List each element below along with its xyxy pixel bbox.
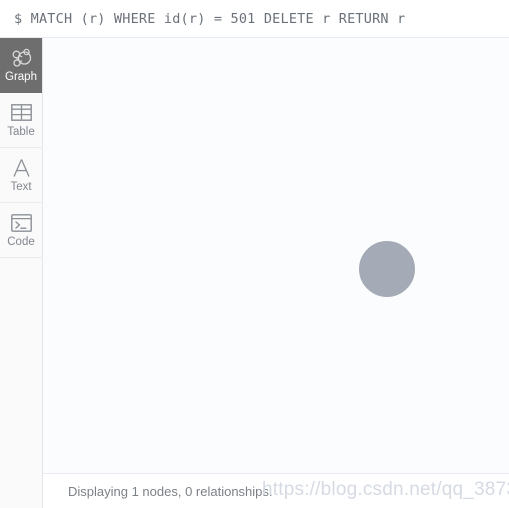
graph-nodes-icon <box>11 47 32 69</box>
graph-node[interactable] <box>359 241 415 297</box>
table-grid-icon <box>10 102 32 124</box>
query-bar[interactable]: $ MATCH (r) WHERE id(r) = 501 DELETE r R… <box>0 0 509 38</box>
sidebar-item-code[interactable]: Code <box>0 203 42 258</box>
status-bar: Displaying 1 nodes, 0 relationships. <box>43 473 509 508</box>
graph-canvas[interactable] <box>43 38 509 473</box>
sidebar-item-text[interactable]: Text <box>0 148 42 203</box>
neo4j-browser-result-frame: $ MATCH (r) WHERE id(r) = 501 DELETE r R… <box>0 0 509 508</box>
letter-a-icon <box>12 157 31 179</box>
sidebar-item-text-label: Text <box>10 180 32 193</box>
status-text: Displaying 1 nodes, 0 relationships. <box>68 483 273 499</box>
view-mode-sidebar: Graph Table Text Code <box>0 38 43 508</box>
sidebar-item-code-label: Code <box>7 235 35 248</box>
query-text: $ MATCH (r) WHERE id(r) = 501 DELETE r R… <box>14 10 406 27</box>
sidebar-item-table[interactable]: Table <box>0 93 42 148</box>
terminal-prompt-icon <box>10 212 32 234</box>
sidebar-item-graph[interactable]: Graph <box>0 38 42 93</box>
status-bar-sidebar-spacer <box>0 473 43 508</box>
sidebar-item-graph-label: Graph <box>5 70 37 83</box>
sidebar-item-table-label: Table <box>7 125 35 138</box>
